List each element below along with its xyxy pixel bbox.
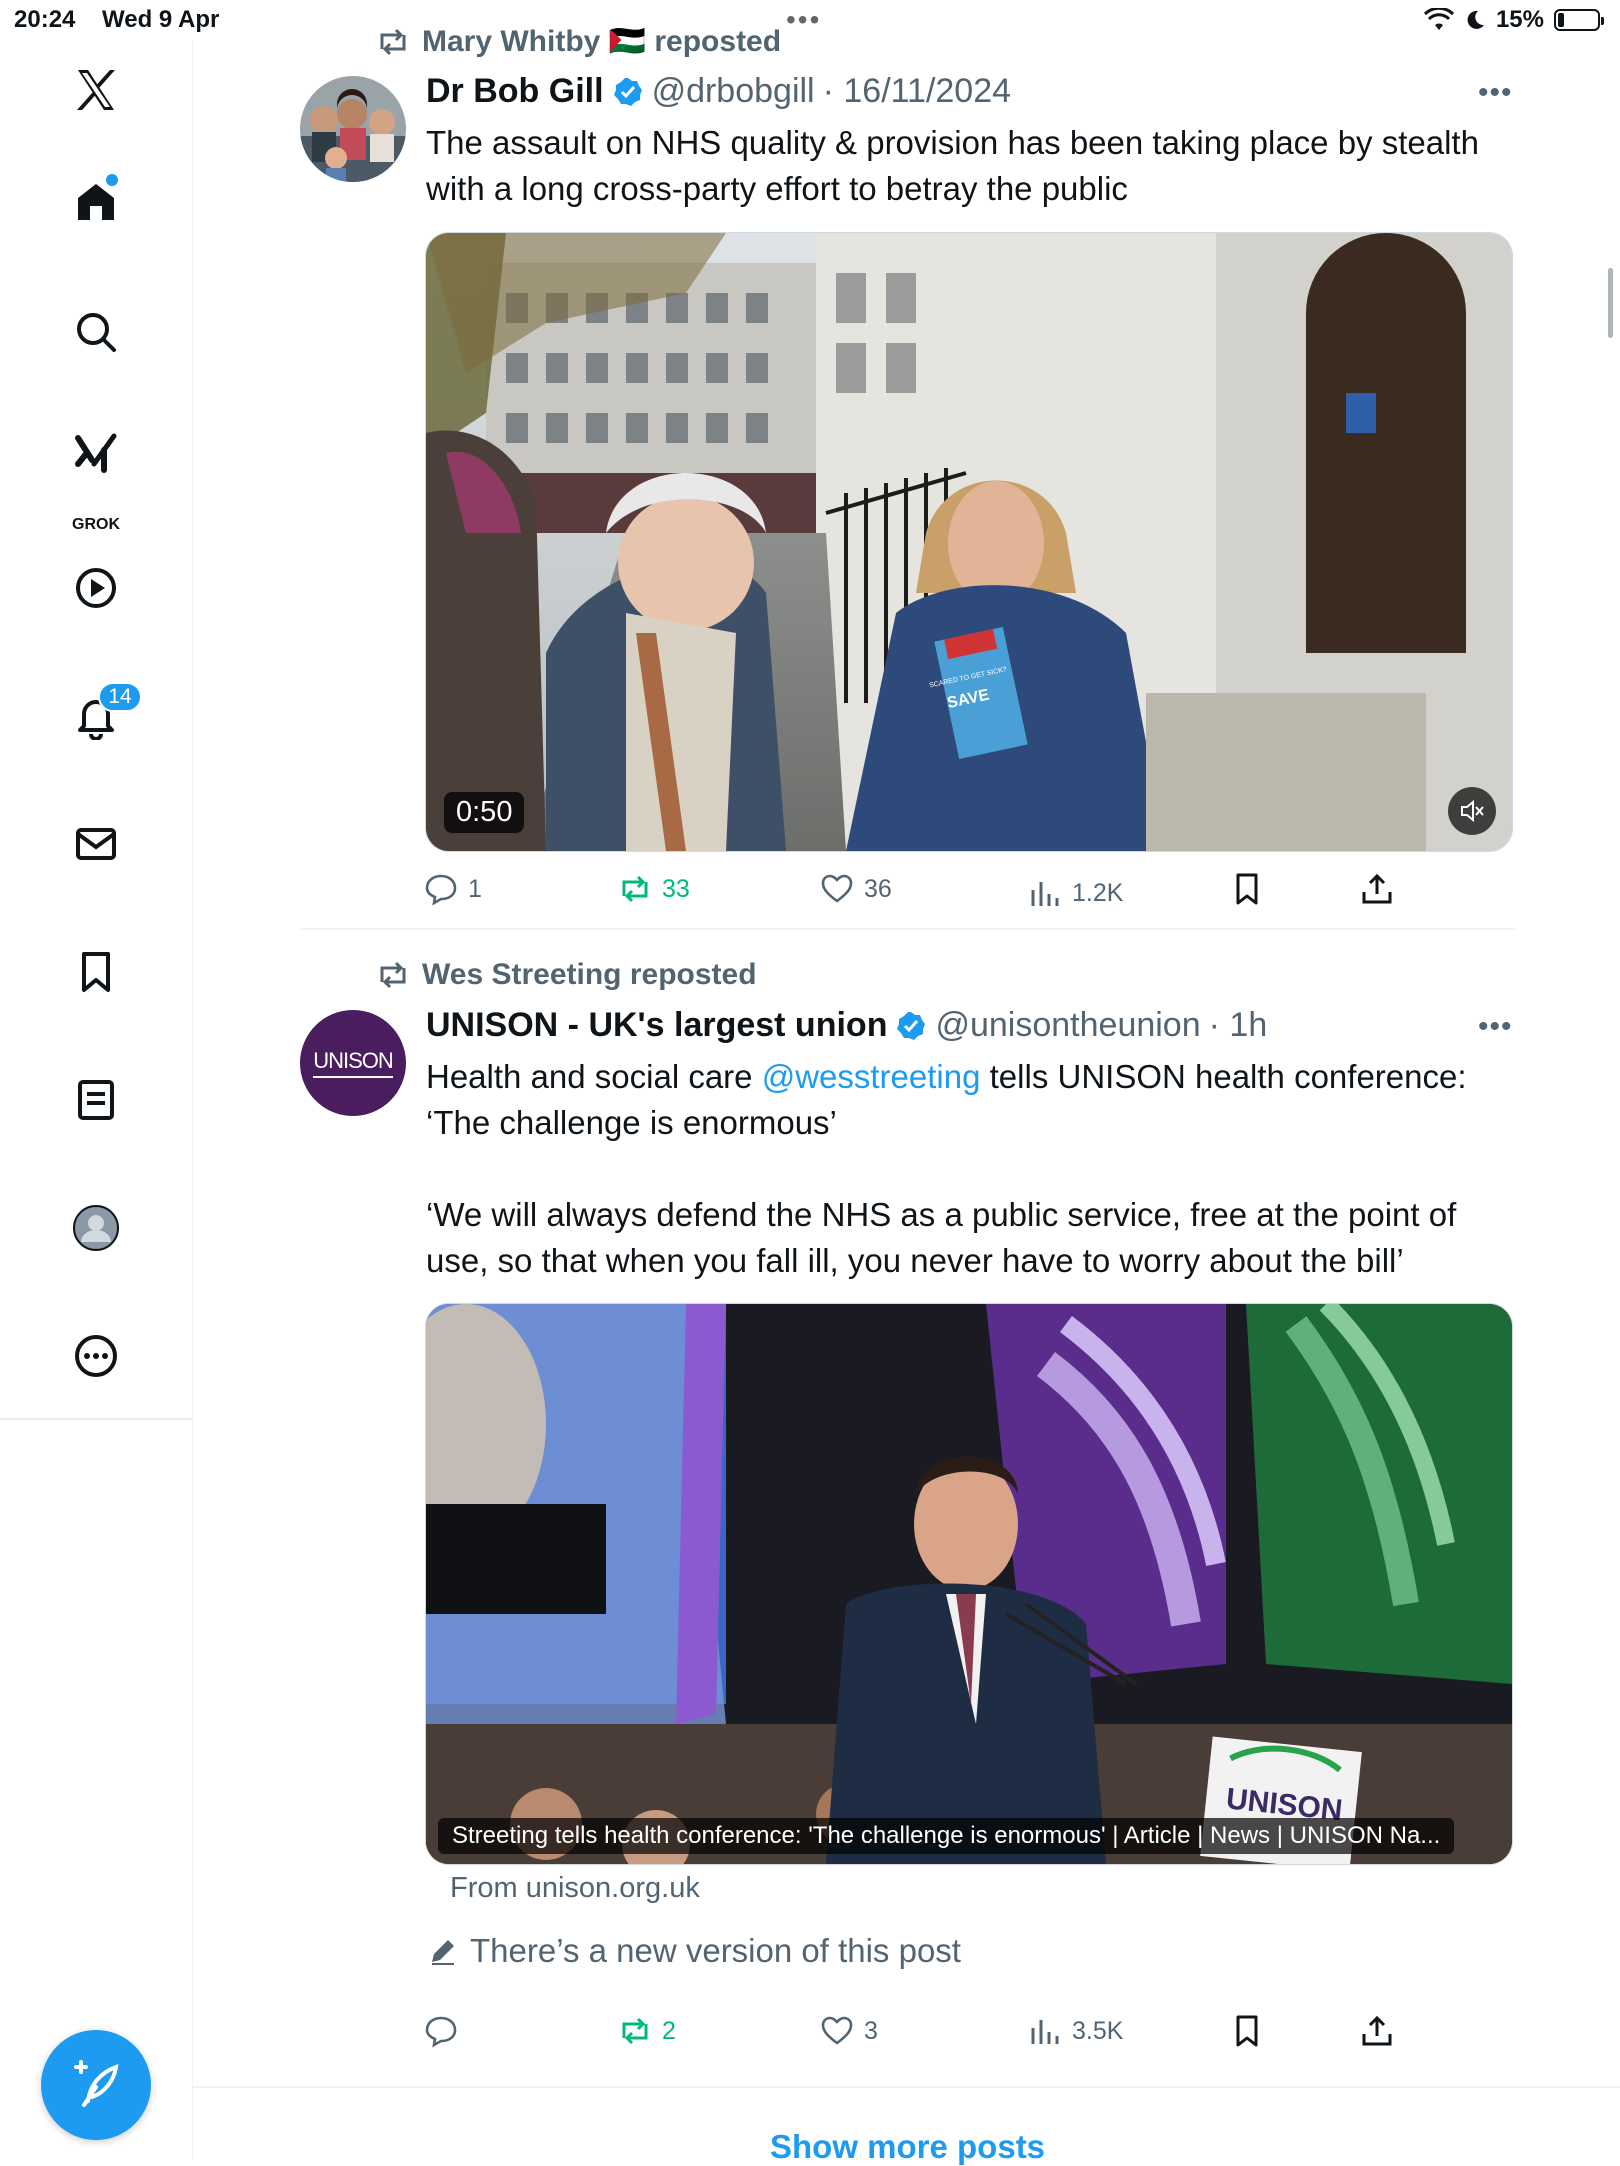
status-time: 20:24 xyxy=(14,6,76,33)
post-text-start: Health and social care xyxy=(426,1058,762,1095)
heart-icon xyxy=(821,874,853,903)
post-time[interactable]: · 1h xyxy=(1209,1006,1268,1045)
card-source[interactable]: From unison.org.uk xyxy=(450,1872,700,1905)
avatar-drbobgill[interactable] xyxy=(300,76,406,182)
mute-button[interactable] xyxy=(1448,787,1496,835)
video-duration: 0:50 xyxy=(444,792,525,833)
post-quote-text: ‘We will always defend the NHS as a publ… xyxy=(426,1196,1457,1279)
new-version-text: There’s a new version of this post xyxy=(470,1932,961,1969)
post-text: Health and social care @wesstreeting tel… xyxy=(426,1054,1516,1146)
author-name[interactable]: Dr Bob Gill xyxy=(426,72,604,111)
views-button[interactable]: 3.5K xyxy=(1028,2014,1123,2048)
post-more-icon[interactable]: ••• xyxy=(1478,76,1513,110)
post-actions: 1 33 36 1.2K xyxy=(424,872,1514,912)
home-unread-dot xyxy=(106,174,118,186)
author-line: UNISON - UK's largest union @unisontheun… xyxy=(426,1006,1267,1045)
post-divider xyxy=(300,928,1516,930)
show-more-posts-link[interactable]: Show more posts xyxy=(770,2128,1045,2166)
share-button[interactable] xyxy=(1360,872,1394,906)
author-handle[interactable]: @unisontheunion xyxy=(935,1006,1200,1045)
heart-icon xyxy=(821,2016,853,2045)
repost-button[interactable]: 2 xyxy=(618,2014,676,2048)
reply-count: 1 xyxy=(468,874,482,903)
mention-link[interactable]: @wesstreeting xyxy=(762,1058,981,1095)
timeline: Mary Whitby 🇵🇸 reposted Dr Bob Gill @drb… xyxy=(192,0,1620,2165)
notifications-badge: 14 xyxy=(98,682,142,712)
sidebar-divider xyxy=(0,1418,192,1420)
views-count: 1.2K xyxy=(1072,878,1124,907)
views-icon xyxy=(1031,2020,1059,2044)
like-button[interactable]: 36 xyxy=(820,872,892,906)
avatar-unison[interactable]: UNISON xyxy=(300,1010,406,1116)
author-name[interactable]: UNISON - UK's largest union xyxy=(426,1006,887,1045)
views-icon xyxy=(1031,882,1059,906)
bookmark-post-button[interactable] xyxy=(1230,872,1264,906)
like-count: 36 xyxy=(864,874,892,903)
repost-context[interactable]: Wes Streeting reposted xyxy=(376,958,757,992)
reply-button[interactable]: 1 xyxy=(424,872,482,906)
more-icon[interactable] xyxy=(66,1326,126,1386)
compose-button[interactable] xyxy=(41,2030,151,2140)
card-title: Streeting tells health conference: 'The … xyxy=(438,1818,1455,1854)
repost-icon xyxy=(380,961,406,989)
reposted-by: Mary Whitby 🇵🇸 reposted xyxy=(422,25,782,58)
reposted-by: Wes Streeting reposted xyxy=(422,958,757,991)
post-divider xyxy=(192,2086,1620,2088)
reply-icon xyxy=(425,874,457,906)
bookmark-icon xyxy=(1236,2015,1258,2047)
like-count: 3 xyxy=(864,2016,878,2045)
share-icon xyxy=(1362,2015,1392,2046)
x-logo-icon[interactable] xyxy=(66,60,126,120)
post-text: The assault on NHS quality & provision h… xyxy=(426,124,1479,207)
share-icon xyxy=(1362,873,1392,904)
repost-button[interactable]: 33 xyxy=(618,872,690,906)
link-card[interactable]: UNISON Streeting tells health conference… xyxy=(425,1303,1513,1865)
repost-icon xyxy=(380,28,406,55)
mute-icon xyxy=(1461,799,1484,823)
list-icon[interactable] xyxy=(66,1070,126,1130)
repost-context[interactable]: Mary Whitby 🇵🇸 reposted xyxy=(376,24,781,59)
verified-badge-icon xyxy=(613,77,642,106)
post-actions: 2 3 3.5K xyxy=(424,2014,1514,2054)
like-button[interactable]: 3 xyxy=(820,2014,878,2048)
repost-count: 2 xyxy=(662,2016,676,2045)
repost-icon xyxy=(622,2017,648,2045)
reply-button[interactable] xyxy=(424,2014,468,2048)
bookmark-post-button[interactable] xyxy=(1230,2014,1264,2048)
avatar-unison-text: UNISON xyxy=(313,1048,394,1078)
mail-icon[interactable] xyxy=(66,814,126,874)
repost-count: 33 xyxy=(662,874,690,903)
scrollbar[interactable] xyxy=(1608,268,1613,338)
author-line: Dr Bob Gill @drbobgill · 16/11/2024 xyxy=(426,72,1011,111)
repost-icon xyxy=(622,875,648,903)
search-icon[interactable] xyxy=(66,302,126,362)
edit-pencil-icon xyxy=(432,1940,454,1965)
post-more-icon[interactable]: ••• xyxy=(1478,1010,1513,1044)
grok-icon[interactable] xyxy=(66,424,126,484)
sidebar: GROK 14 xyxy=(0,40,193,2160)
bookmark-icon xyxy=(1236,873,1258,905)
compose-icon xyxy=(74,2060,119,2107)
video-icon[interactable] xyxy=(66,558,126,618)
reply-icon xyxy=(425,2016,457,2048)
verified-badge-icon xyxy=(897,1011,926,1040)
views-button[interactable]: 1.2K xyxy=(1028,876,1123,910)
new-version-notice[interactable]: There’s a new version of this post xyxy=(428,1932,961,1970)
author-handle[interactable]: @drbobgill xyxy=(652,72,815,111)
post-time[interactable]: · 16/11/2024 xyxy=(823,72,1011,111)
bookmark-icon[interactable] xyxy=(66,942,126,1002)
card-image: UNISON xyxy=(426,1304,1512,1864)
views-count: 3.5K xyxy=(1072,2016,1124,2045)
share-button[interactable] xyxy=(1360,2014,1394,2048)
post-video[interactable]: SAVE SCARED TO GET SICK? 0:50 xyxy=(425,232,1513,852)
profile-icon[interactable] xyxy=(66,1198,126,1258)
grok-label: GROK xyxy=(72,516,120,533)
video-still: SAVE SCARED TO GET SICK? xyxy=(426,233,1512,851)
